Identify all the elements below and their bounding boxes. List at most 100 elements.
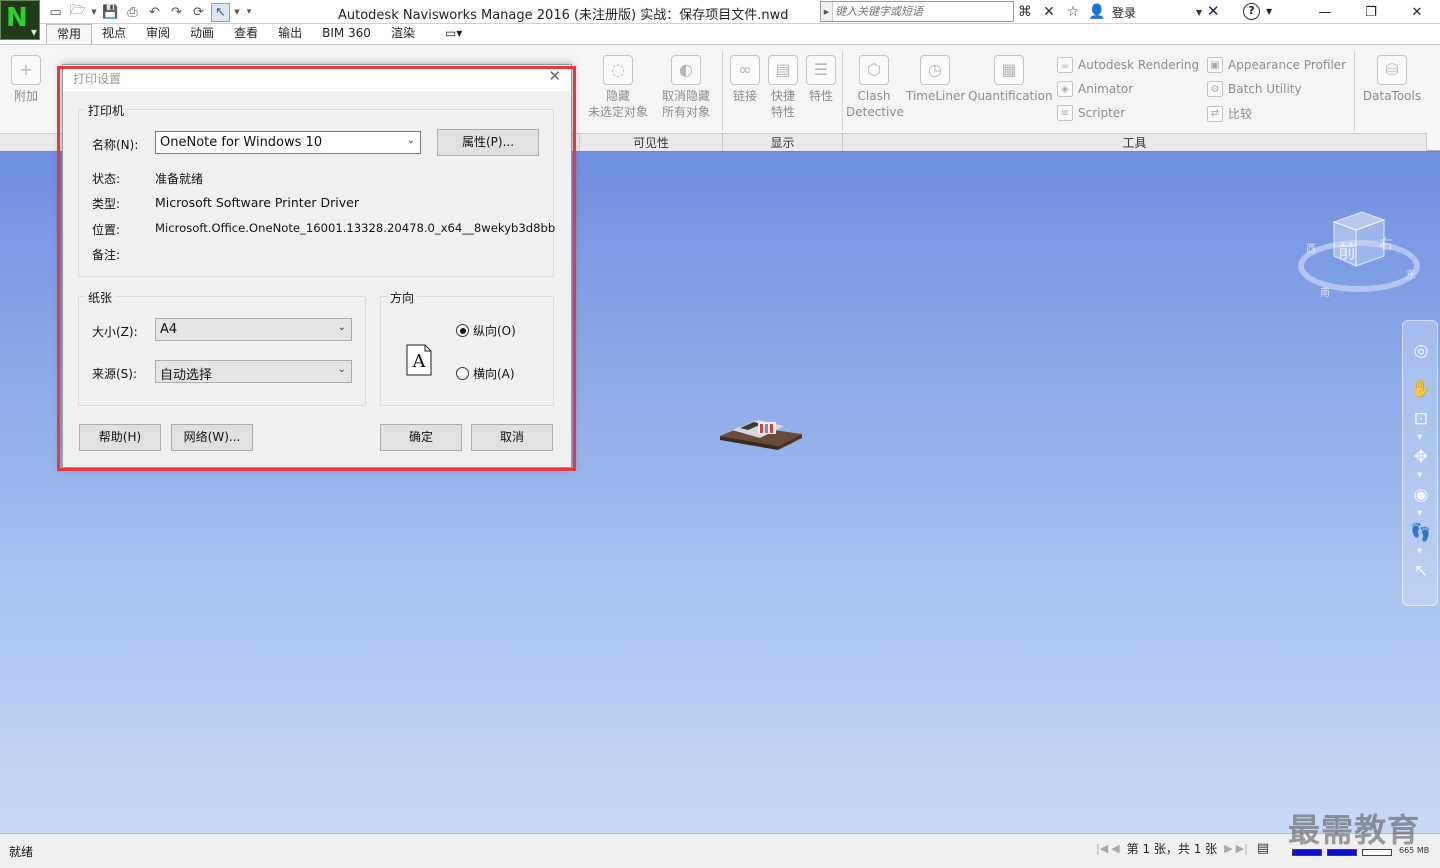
printer-name-select[interactable]: OneNote for Windows 10 ⌄ [155, 131, 421, 154]
chevron-down-icon[interactable]: ▼ [1417, 509, 1422, 517]
close-icon[interactable]: ✕ [1394, 0, 1440, 24]
append-button[interactable]: + 附加 [8, 55, 44, 104]
help-button[interactable]: 帮助(H) [79, 424, 161, 451]
search-expand-icon[interactable]: ▶ [821, 2, 833, 21]
restore-icon[interactable]: ❐ [1348, 0, 1394, 24]
tab-overflow-icon[interactable]: ▭▾ [435, 24, 472, 44]
links-button[interactable]: ∞ 链接 [730, 55, 760, 104]
binoculars-icon[interactable]: ⌘ [1016, 4, 1034, 20]
chevron-down-icon[interactable]: ▼ [1417, 433, 1422, 441]
ribbon-group-display[interactable]: 显示 [723, 133, 843, 152]
quantification-button[interactable]: ▦ Quantification [968, 55, 1053, 104]
close-icon[interactable]: ✕ [548, 67, 561, 85]
viewcube-front-label[interactable]: 前 [1338, 238, 1356, 264]
compass-east-label[interactable]: 东 [1406, 266, 1416, 281]
tab-review[interactable]: 审阅 [136, 24, 180, 44]
login-button[interactable]: 登录 [1112, 4, 1136, 21]
status-text: 就绪 [9, 845, 34, 859]
cancel-button[interactable]: 取消 [471, 424, 553, 451]
autodesk-rendering-button[interactable]: ☕ Autodesk Rendering [1057, 57, 1199, 73]
portrait-radio-dot[interactable] [456, 324, 469, 337]
paper-source-select[interactable]: 自动选择 ⌄ [155, 360, 352, 383]
network-button[interactable]: 网络(W)... [171, 424, 253, 451]
star-icon[interactable]: ☆ [1064, 4, 1082, 20]
chevron-down-icon[interactable]: ▼ [1190, 8, 1208, 17]
search-input[interactable] [835, 3, 1011, 20]
dialog-titlebar[interactable]: 打印设置 ✕ [63, 65, 571, 91]
pan-hand-icon[interactable]: ✋ [1409, 377, 1433, 401]
scripter-button[interactable]: ≡ Scripter [1057, 105, 1125, 121]
tab-render[interactable]: 渲染 [381, 24, 425, 44]
quick-properties-button[interactable]: ▤ 快捷 特性 [766, 55, 800, 120]
portrait-radio[interactable]: 纵向(O) [456, 322, 516, 339]
print-icon[interactable]: ⎙ [123, 3, 142, 22]
application-menu-button[interactable]: N ▼ [0, 0, 40, 40]
clash-detective-button[interactable]: ⬡ Clash Detective [846, 55, 904, 120]
search-box[interactable]: ▶ [820, 1, 1014, 22]
open-folder-icon[interactable]: 🗁 [68, 3, 87, 22]
tab-home[interactable]: 常用 [46, 24, 93, 44]
compass-west-label[interactable]: 西 [1306, 240, 1316, 255]
chevron-down-icon[interactable]: ▼ [90, 3, 98, 22]
help-icon[interactable]: ? [1243, 3, 1260, 20]
viewcube-right-label[interactable]: 右 [1379, 234, 1393, 254]
orbit-icon[interactable]: ✥ [1409, 445, 1433, 469]
animator-button[interactable]: ◈ Animator [1057, 81, 1133, 97]
previous-sheet-icon[interactable]: ◀ [1111, 842, 1119, 855]
ok-button[interactable]: 确定 [380, 424, 462, 451]
chevron-down-icon: ▼ [30, 28, 37, 37]
building-model[interactable] [718, 412, 804, 452]
new-file-icon[interactable]: ▭ [46, 3, 65, 22]
timeliner-button[interactable]: ◷ TimeLiner [906, 55, 965, 104]
landscape-radio[interactable]: 横向(A) [456, 365, 515, 382]
walk-footsteps-icon[interactable]: 👣 [1409, 521, 1433, 545]
tab-output[interactable]: 输出 [268, 24, 312, 44]
batch-utility-button[interactable]: ⚙ Batch Utility [1207, 81, 1302, 97]
tab-bim360[interactable]: BIM 360 [312, 24, 381, 44]
steering-wheel-icon[interactable]: ◎ [1409, 339, 1433, 363]
exchange-apps-icon[interactable]: ✕ [1207, 2, 1220, 20]
printer-properties-button[interactable]: 属性(P)... [437, 129, 539, 156]
status-bar: 就绪 |◀ ◀ 第 1 张，共 1 张 ▶ ▶| ▤ 665 MB [0, 833, 1440, 868]
paper-size-select[interactable]: A4 ⌄ [155, 318, 352, 341]
redo-icon[interactable]: ↷ [167, 3, 186, 22]
select-arrow-icon[interactable]: ↖ [1409, 559, 1433, 583]
chevron-down-icon[interactable]: ▼ [1417, 471, 1422, 479]
compare-button[interactable]: ⇄ 比较 [1207, 105, 1252, 122]
unhide-all-button[interactable]: ◐ 取消隐藏 所有对象 [656, 55, 716, 120]
paper-group: 纸张 [78, 289, 366, 406]
ribbon-group-visibility[interactable]: 可见性 [580, 133, 723, 152]
appearance-profiler-button[interactable]: ▣ Appearance Profiler [1207, 57, 1346, 73]
paper-size-label: 大小(Z): [92, 325, 138, 339]
subscription-icon[interactable]: ✕ [1040, 4, 1058, 20]
save-icon[interactable]: 💾 [101, 3, 120, 22]
chevron-down-icon[interactable]: ▼ [1417, 547, 1422, 555]
customize-toolbar-icon[interactable]: ▾ [244, 3, 254, 22]
user-icon[interactable]: 👤 [1088, 4, 1106, 20]
refresh-icon[interactable]: ⟳ [189, 3, 208, 22]
last-sheet-icon[interactable]: ▶| [1236, 842, 1248, 855]
chevron-down-icon[interactable]: ▼ [1266, 7, 1272, 16]
landscape-radio-dot[interactable] [456, 367, 469, 380]
sheet-browser-icon[interactable]: ▤ [1257, 841, 1269, 856]
zoom-window-icon[interactable]: ⊡ [1409, 407, 1433, 431]
next-sheet-icon[interactable]: ▶ [1224, 842, 1232, 855]
chevron-down-icon[interactable]: ▼ [233, 3, 241, 22]
datatools-button[interactable]: ⛁ DataTools [1360, 55, 1424, 104]
first-sheet-icon[interactable]: |◀ [1096, 842, 1108, 855]
tab-animation[interactable]: 动画 [180, 24, 224, 44]
navigation-bar: ◎ ✋ ⊡ ▼ ✥ ▼ ◉ ▼ 👣 ▼ ↖ [1402, 320, 1438, 606]
compass-south-label[interactable]: 南 [1320, 284, 1330, 299]
ribbon-group-tools[interactable]: 工具 [843, 133, 1427, 152]
properties-button[interactable]: ☰ 特性 [806, 55, 836, 104]
viewcube[interactable]: 前 右 西 东 南 [1296, 200, 1422, 300]
undo-icon[interactable]: ↶ [145, 3, 164, 22]
tab-view[interactable]: 查看 [224, 24, 268, 44]
select-cursor-icon[interactable]: ↖ [211, 2, 230, 22]
appearance-profiler-icon: ▣ [1207, 57, 1223, 73]
tab-viewpoint[interactable]: 视点 [92, 24, 136, 44]
minimize-icon[interactable]: — [1302, 0, 1348, 24]
ribbon-separator [842, 51, 843, 131]
look-around-icon[interactable]: ◉ [1409, 483, 1433, 507]
hide-unselected-button[interactable]: ◌ 隐藏 未选定对象 [586, 55, 650, 120]
